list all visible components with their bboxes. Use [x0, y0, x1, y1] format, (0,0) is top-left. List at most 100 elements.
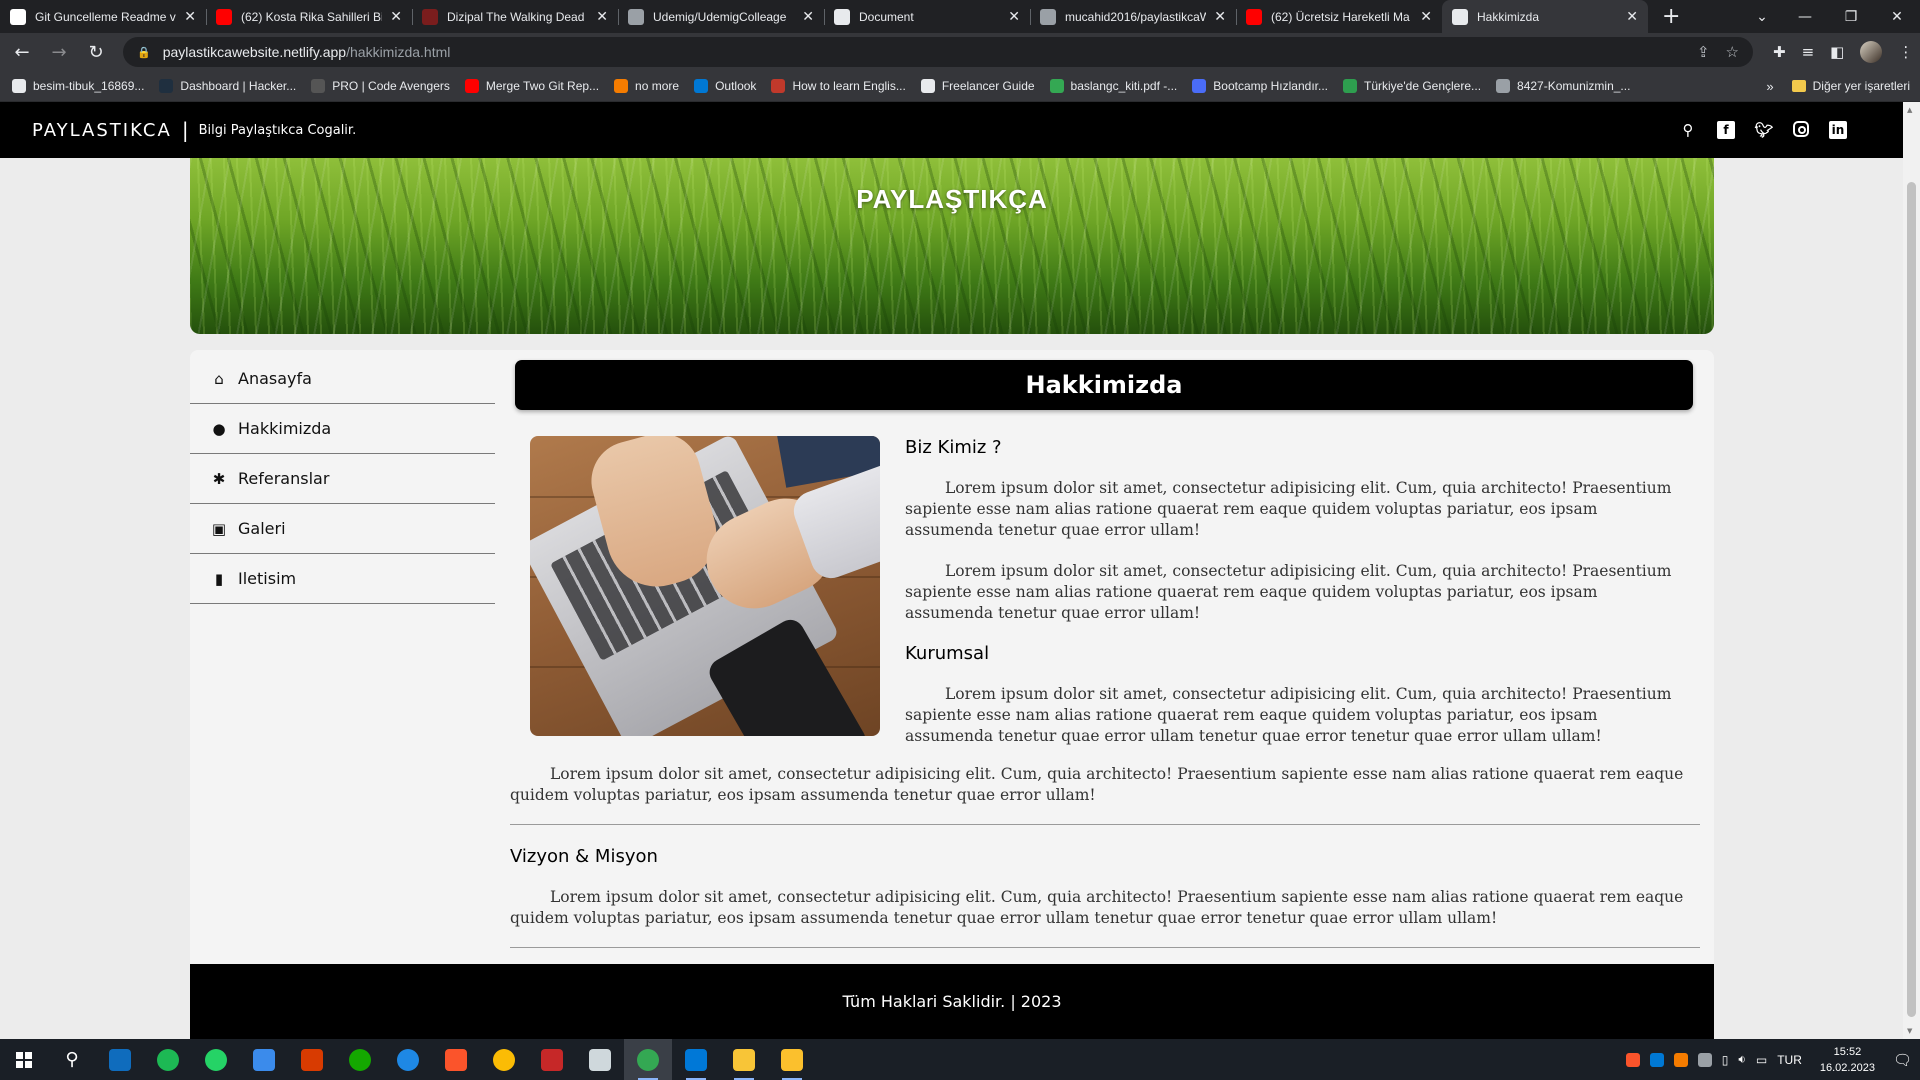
brave-app[interactable] [432, 1039, 480, 1080]
browser-tab[interactable]: Hakkimizda ✕ [1442, 0, 1648, 33]
bookmark-star-icon[interactable]: ☆ [1726, 43, 1739, 61]
url-path: /hakkimizda.html [346, 44, 451, 60]
search-icon[interactable]: ⚲ [1679, 121, 1697, 139]
ccleaner-app[interactable] [384, 1039, 432, 1080]
vscode-app[interactable] [672, 1039, 720, 1080]
red-app[interactable] [528, 1039, 576, 1080]
instagram-icon[interactable] [1793, 121, 1809, 137]
windows-icon [16, 1051, 32, 1068]
spotify-app[interactable] [144, 1039, 192, 1080]
social-links: ⚲ f 🐦︎ in [1679, 121, 1847, 139]
bookmark-item[interactable]: Outlook [694, 79, 756, 93]
upwork-app[interactable] [336, 1039, 384, 1080]
url-input[interactable]: 🔒 paylastikcawebsite.netlify.app /hakkim… [123, 37, 1753, 67]
user-icon: ● [212, 419, 226, 438]
notification-icon[interactable]: 🗨︎ [1893, 1051, 1912, 1069]
git-app[interactable] [768, 1039, 816, 1080]
sidebar-item-hakkimizda[interactable]: ● Hakkimizda [190, 404, 495, 454]
browser-tab[interactable]: Udemig/UdemigColleage ✕ [618, 0, 824, 33]
bookmark-item[interactable]: Dashboard | Hacker... [159, 79, 296, 93]
back-button[interactable]: ← [7, 37, 37, 67]
office-app[interactable] [288, 1039, 336, 1080]
media-control-icon[interactable]: ≡ [1802, 43, 1815, 61]
browser-tab[interactable]: mucahid2016/paylastikcaW ✕ [1030, 0, 1236, 33]
chrome-app[interactable] [480, 1039, 528, 1080]
menu-icon[interactable]: ⋮ [1898, 43, 1913, 61]
browser-tab[interactable]: Dizipal The Walking Dead ✕ [412, 0, 618, 33]
forward-button[interactable]: → [44, 37, 74, 67]
reload-button[interactable]: ↻ [81, 37, 111, 67]
explorer-app[interactable] [720, 1039, 768, 1080]
system-tray: ▯ 🔉︎ ▭ TUR 15:52 16.02.2023 🗨︎ [1625, 1044, 1920, 1076]
sidebar-item-referanslar[interactable]: ✱ Referanslar [190, 454, 495, 504]
outlook-app[interactable] [96, 1039, 144, 1080]
battery-icon[interactable]: ▯ [1722, 1053, 1729, 1067]
bookmark-item[interactable]: Freelancer Guide [920, 79, 1035, 93]
bookmarks-overflow-icon[interactable]: » [1766, 79, 1773, 94]
display-icon[interactable]: ▭ [1756, 1053, 1767, 1067]
tab-close-icon[interactable]: ✕ [802, 8, 814, 25]
section-title-vizyon-misyon: Vizyon & Misyon [510, 846, 658, 867]
browser-tab[interactable]: Document ✕ [824, 0, 1030, 33]
bookmark-list: besim-tibuk_16869... Dashboard | Hacker..… [12, 79, 1645, 93]
browser-tab[interactable]: (62) Kosta Rika Sahilleri Bir ✕ [206, 0, 412, 33]
bookmark-label: How to learn Englis... [792, 79, 906, 93]
sidebar-item-iletisim[interactable]: ▮ Iletisim [190, 554, 495, 604]
network-tray-icon[interactable] [1697, 1052, 1712, 1067]
language-indicator[interactable]: TUR [1777, 1053, 1802, 1067]
sidebar-item-galeri[interactable]: ▣ Galeri [190, 504, 495, 554]
minimize-button[interactable]: — [1782, 0, 1828, 33]
restore-button[interactable]: ❐ [1828, 0, 1874, 33]
app-tray-icon[interactable] [1673, 1052, 1688, 1067]
linkedin-icon[interactable]: in [1829, 121, 1847, 139]
bookmark-item[interactable]: besim-tibuk_16869... [12, 79, 144, 93]
notepad-app[interactable] [240, 1039, 288, 1080]
brave-tray-icon[interactable] [1625, 1052, 1640, 1067]
bookmark-item[interactable]: Bootcamp Hızlandır... [1192, 79, 1328, 93]
volume-icon[interactable]: 🔉︎ [1738, 1052, 1746, 1067]
bookmark-item[interactable]: PRO | Code Avengers [311, 79, 450, 93]
start-button[interactable] [0, 1039, 48, 1080]
bookmark-item[interactable]: baslangc_kiti.pdf -... [1049, 79, 1177, 93]
tab-search-icon[interactable]: ⌄ [1742, 0, 1782, 33]
main-content: Hakkimizda Biz Kimiz ? Lorem ipsum dolor… [505, 350, 1705, 948]
profile-avatar[interactable] [1860, 41, 1883, 63]
whatsapp-app[interactable] [192, 1039, 240, 1080]
scroll-up-icon[interactable]: ▲ [1907, 106, 1912, 114]
bookmark-item[interactable]: Merge Two Git Rep... [464, 79, 599, 93]
close-window-button[interactable]: ✕ [1874, 0, 1920, 33]
tab-close-icon[interactable]: ✕ [596, 8, 608, 25]
tab-close-icon[interactable]: ✕ [1214, 8, 1226, 25]
side-panel-icon[interactable]: ◧ [1830, 43, 1844, 61]
tab-close-icon[interactable]: ✕ [1420, 8, 1432, 25]
twitter-icon[interactable]: 🐦︎ [1754, 121, 1773, 139]
tab-close-icon[interactable]: ✕ [184, 8, 196, 25]
site-logo[interactable]: PAYLASTIKCA [32, 120, 172, 141]
lock-icon[interactable]: 🔒 [137, 46, 151, 59]
browser-tab[interactable]: (62) Ücretsiz Hareketli Ma ✕ [1236, 0, 1442, 33]
chrome-profile-app[interactable] [624, 1039, 672, 1080]
sidebar-item-anasayfa[interactable]: ⌂ Anasayfa [190, 354, 495, 404]
clock[interactable]: 15:52 16.02.2023 [1820, 1044, 1875, 1076]
search-app[interactable]: ⚲ [48, 1039, 96, 1080]
bookmark-favicon-icon [464, 79, 479, 93]
ccleaner-app-icon [397, 1048, 419, 1071]
other-bookmarks-folder[interactable]: Diğer yer işaretleri [1791, 79, 1910, 93]
tab-close-icon[interactable]: ✕ [1008, 8, 1020, 25]
share-icon[interactable]: ⇪ [1697, 43, 1710, 61]
facebook-icon[interactable]: f [1717, 121, 1735, 139]
bing-tray-icon[interactable] [1649, 1052, 1664, 1067]
tab-close-icon[interactable]: ✕ [1626, 8, 1638, 25]
page-scrollbar[interactable]: ▲ ▼ [1903, 102, 1920, 1039]
bookmark-item[interactable]: 8427-Komunizmin_... [1496, 79, 1630, 93]
scroll-down-icon[interactable]: ▼ [1907, 1027, 1912, 1035]
scrollbar-thumb[interactable] [1907, 182, 1916, 1017]
browser-tab[interactable]: Git Guncelleme Readme ve ✕ [0, 0, 206, 33]
tab-close-icon[interactable]: ✕ [390, 8, 402, 25]
bookmark-item[interactable]: How to learn Englis... [771, 79, 906, 93]
extensions-icon[interactable]: ✚ [1773, 43, 1786, 61]
bookmark-item[interactable]: no more [614, 79, 679, 93]
bookmark-item[interactable]: Türkiye'de Gençlere... [1343, 79, 1481, 93]
new-tab-button[interactable]: + [1662, 4, 1680, 29]
file-app[interactable] [576, 1039, 624, 1080]
